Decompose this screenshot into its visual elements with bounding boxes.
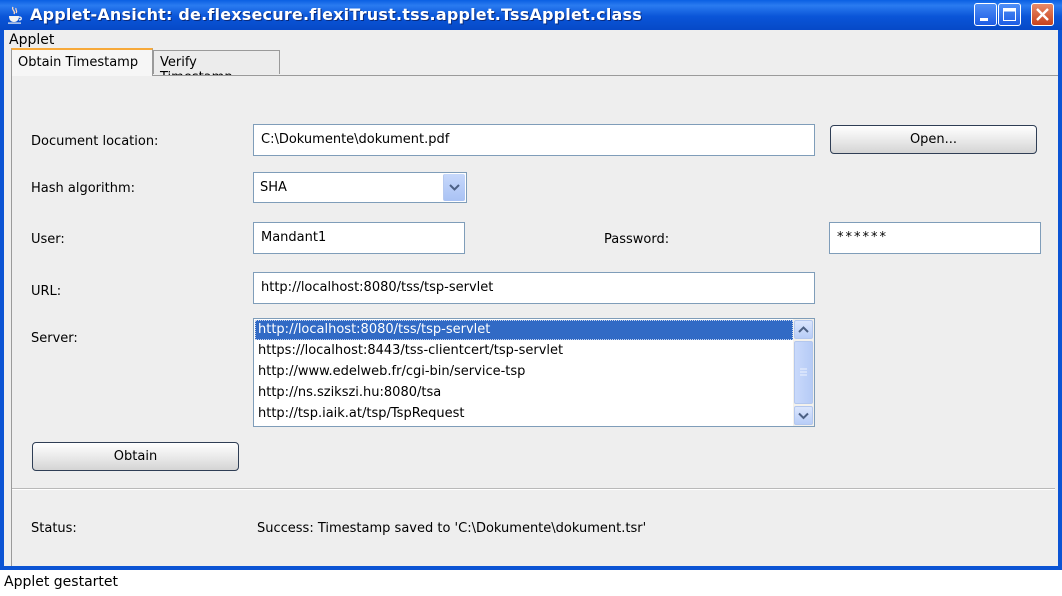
browser-status-bar: Applet gestartet [0,570,1062,596]
status-label: Status: [31,521,77,536]
server-list-scrollbar[interactable] [793,319,814,426]
tab-obtain-timestamp[interactable]: Obtain Timestamp [11,48,153,76]
server-list-item[interactable]: http://tsp.iaik.at/tsp/TspRequest [255,404,793,424]
open-button[interactable]: Open... [830,125,1037,154]
server-label: Server: [31,331,78,346]
grip-icon [800,368,807,376]
scroll-up-button[interactable] [794,320,813,339]
hash-algorithm-combo[interactable]: SHA [253,172,467,203]
status-bar-text: Applet gestartet [4,574,119,590]
scroll-thumb[interactable] [794,341,813,404]
tab-verify-timestamp[interactable]: Verify Timestamp [153,50,280,85]
minimize-button[interactable] [974,3,997,26]
combo-dropdown-button[interactable] [443,174,465,201]
server-list-item[interactable]: https://localhost:8443/tss-clientcert/ts… [255,341,793,361]
hash-algorithm-value: SHA [260,180,287,195]
minimize-icon [980,18,988,21]
scroll-down-button[interactable] [794,406,813,425]
user-field[interactable]: Mandant1 [253,222,465,254]
server-list[interactable]: http://localhost:8080/tss/tsp-servlet ht… [253,318,815,427]
server-list-item[interactable]: http://ns.szikszi.hu:8080/tsa [255,383,793,403]
title-bar[interactable]: Applet-Ansicht: de.flexsecure.flexiTrust… [0,0,1062,30]
obtain-button[interactable]: Obtain [32,442,239,471]
server-list-item[interactable]: http://www.edelweb.fr/cgi-bin/service-ts… [255,362,793,382]
maximize-icon [1003,8,1016,21]
user-label: User: [31,232,65,247]
password-label: Password: [604,232,670,247]
chevron-down-icon [449,184,460,191]
document-location-field[interactable]: C:\Dokumente\dokument.pdf [253,124,815,156]
menu-bar: Applet [4,30,1058,50]
chevron-up-icon [798,326,809,333]
close-icon [1036,8,1049,21]
java-cup-icon [8,6,22,24]
hash-algorithm-label: Hash algorithm: [31,181,136,196]
maximize-button[interactable] [998,3,1021,26]
menu-applet[interactable]: Applet [7,31,56,49]
chevron-down-icon [798,412,809,420]
window-frame-right [1058,30,1062,570]
url-label: URL: [31,284,62,299]
status-message: Success: Timestamp saved to 'C:\Dokument… [257,521,647,536]
url-field[interactable]: http://localhost:8080/tss/tsp-servlet [253,272,815,304]
password-field[interactable]: ****** [829,222,1041,254]
server-list-item[interactable]: http://localhost:8080/tss/tsp-servlet [255,320,793,340]
separator [12,488,1055,490]
document-location-label: Document location: [31,134,159,149]
close-button[interactable] [1031,3,1054,26]
window-title: Applet-Ansicht: de.flexsecure.flexiTrust… [30,5,642,24]
